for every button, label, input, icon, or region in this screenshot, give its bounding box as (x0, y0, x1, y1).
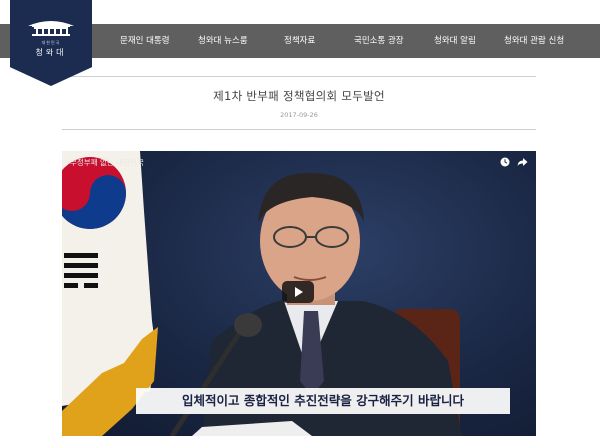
logo-text: 청와대 (35, 48, 67, 57)
share-icon[interactable] (517, 157, 528, 167)
nav-item-president[interactable]: 문재인 대통령 (120, 24, 170, 58)
blue-house-icon (28, 21, 74, 36)
play-button[interactable] (282, 281, 314, 303)
video-caption: 입체적이고 종합적인 추진전략을 강구해주기 바랍니다 (136, 388, 510, 414)
title-bottom-divider (62, 129, 536, 130)
nav-item-tour-application[interactable]: 청와대 관람 신청 (504, 24, 564, 58)
video-title[interactable]: 부정부패 없는 대한민국 (70, 157, 144, 168)
logo-subtext: 대한민국 (41, 40, 61, 45)
video-player[interactable]: 부정부패 없는 대한민국 입체적이고 종합적인 추진전략을 강구해주기 바랍니다 (62, 151, 536, 436)
play-icon (295, 287, 303, 297)
clock-icon[interactable] (500, 157, 510, 167)
site-logo[interactable]: 대한민국 청와대 (10, 0, 92, 86)
page-title: 제1차 반부패 정책협의회 모두발언 (213, 89, 385, 103)
publish-date: 2017-09-26 (280, 111, 318, 119)
nav-item-newsroom[interactable]: 청와대 뉴스룸 (198, 24, 248, 58)
title-top-divider (62, 76, 536, 77)
nav-item-public-square[interactable]: 국민소통 광장 (354, 24, 404, 58)
nav-item-policy[interactable]: 정책자료 (284, 24, 315, 58)
nav-item-notice[interactable]: 청와대 알림 (434, 24, 476, 58)
